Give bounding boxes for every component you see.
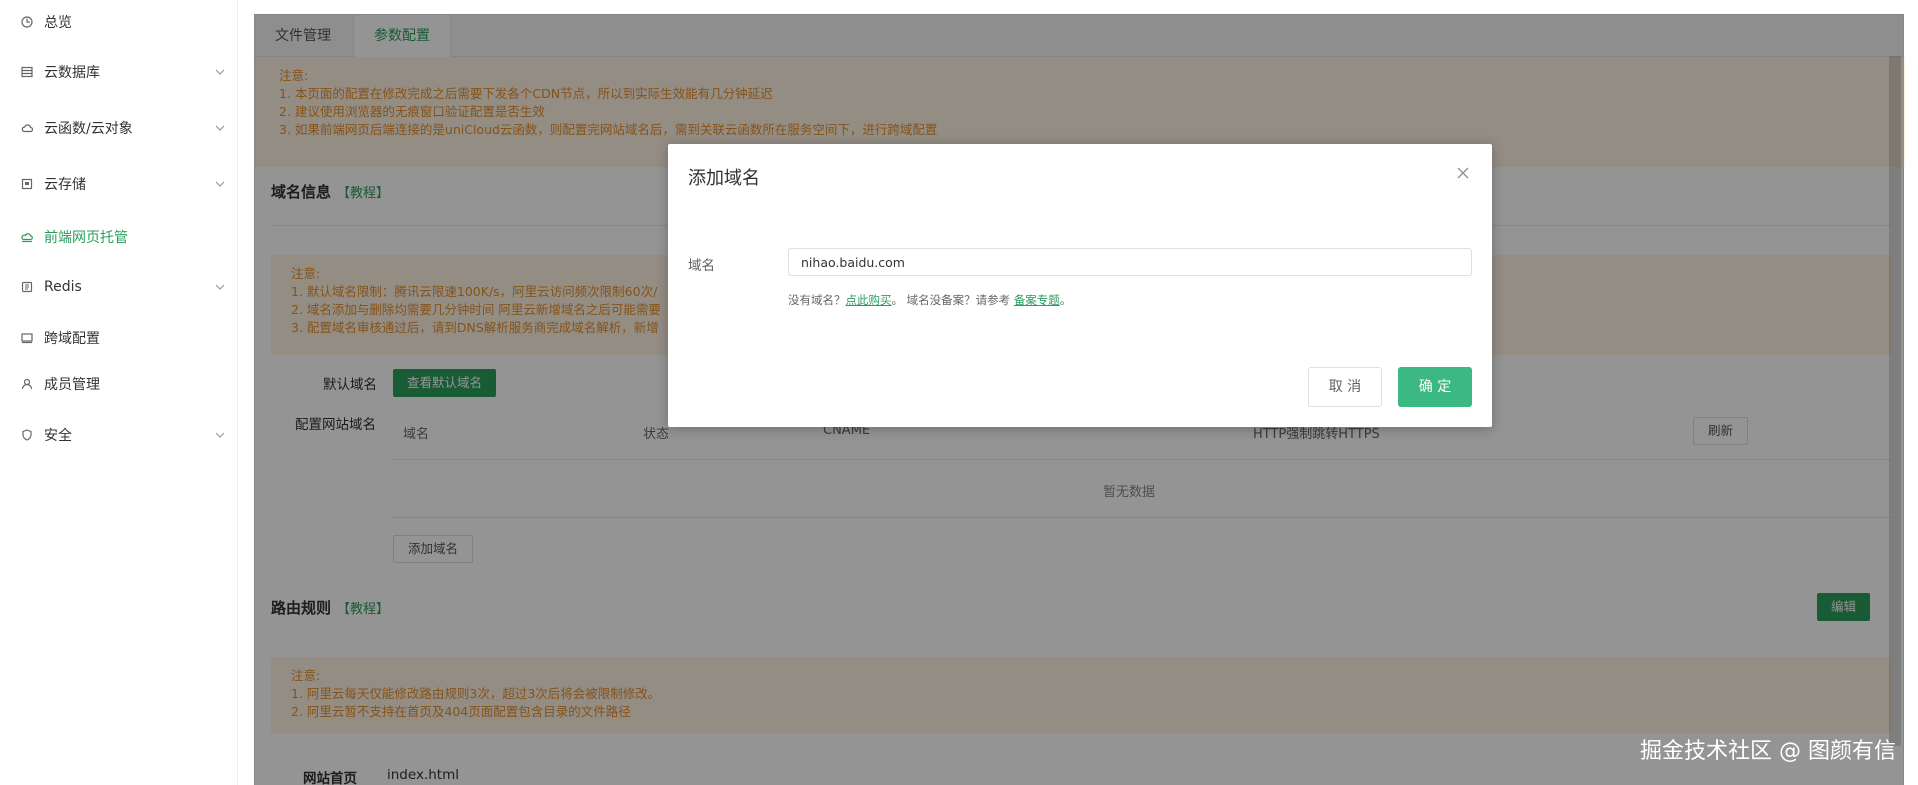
scrollbar[interactable]	[1889, 56, 1901, 746]
sidebar-item-label: 跨域配置	[44, 331, 100, 347]
cors-icon	[20, 331, 34, 345]
sidebar-item-label: 总览	[44, 15, 72, 31]
confirm-button[interactable]: 确 定	[1398, 367, 1472, 407]
chevron-down-icon	[215, 181, 225, 187]
sidebar: 总览 云数据库 云函数/云对象 云存储 前端网页托管 Redis 跨域配置 成员…	[0, 0, 238, 785]
chevron-down-icon	[215, 69, 225, 75]
sidebar-item-hosting[interactable]: 前端网页托管	[0, 222, 238, 252]
shield-icon	[20, 428, 34, 442]
dialog-title: 添加域名	[688, 168, 760, 189]
chevron-down-icon	[215, 125, 225, 131]
sidebar-item-label: Redis	[44, 279, 82, 295]
domain-input[interactable]	[788, 248, 1472, 276]
sidebar-item-storage[interactable]: 云存储	[0, 169, 238, 199]
dashboard-icon	[20, 15, 34, 29]
beian-topic-link[interactable]: 备案专题	[1014, 293, 1060, 307]
chevron-down-icon	[215, 284, 225, 290]
storage-icon	[20, 177, 34, 191]
add-domain-dialog: 添加域名 域名 没有域名？点此购买。 域名没备案？请参考 备案专题。 取 消 确…	[668, 144, 1492, 427]
sidebar-item-functions[interactable]: 云函数/云对象	[0, 113, 238, 143]
sidebar-item-label: 安全	[44, 428, 72, 444]
domain-hint: 没有域名？点此购买。 域名没备案？请参考 备案专题。	[788, 293, 1072, 307]
sidebar-item-overview[interactable]: 总览	[0, 7, 238, 37]
hosting-icon	[20, 230, 34, 244]
sidebar-item-label: 云存储	[44, 177, 86, 193]
sidebar-item-redis[interactable]: Redis	[0, 272, 238, 302]
watermark-text: 掘金技术社区 @ 图颜有信	[1640, 739, 1896, 764]
sidebar-item-cors[interactable]: 跨域配置	[0, 323, 238, 353]
domain-field-label: 域名	[688, 258, 715, 274]
chevron-down-icon	[215, 432, 225, 438]
sidebar-item-database[interactable]: 云数据库	[0, 57, 238, 87]
database-icon	[20, 65, 34, 79]
cloud-icon	[20, 121, 34, 135]
sidebar-item-label: 成员管理	[44, 377, 100, 393]
sidebar-item-label: 前端网页托管	[44, 230, 128, 246]
sidebar-item-label: 云数据库	[44, 65, 100, 81]
redis-icon	[20, 280, 34, 294]
sidebar-item-security[interactable]: 安全	[0, 420, 238, 450]
sidebar-item-label: 云函数/云对象	[44, 121, 133, 137]
cancel-button[interactable]: 取 消	[1308, 367, 1382, 407]
close-icon[interactable]	[1456, 166, 1470, 180]
sidebar-item-members[interactable]: 成员管理	[0, 369, 238, 399]
user-icon	[20, 377, 34, 391]
buy-domain-link[interactable]: 点此购买	[846, 293, 892, 307]
